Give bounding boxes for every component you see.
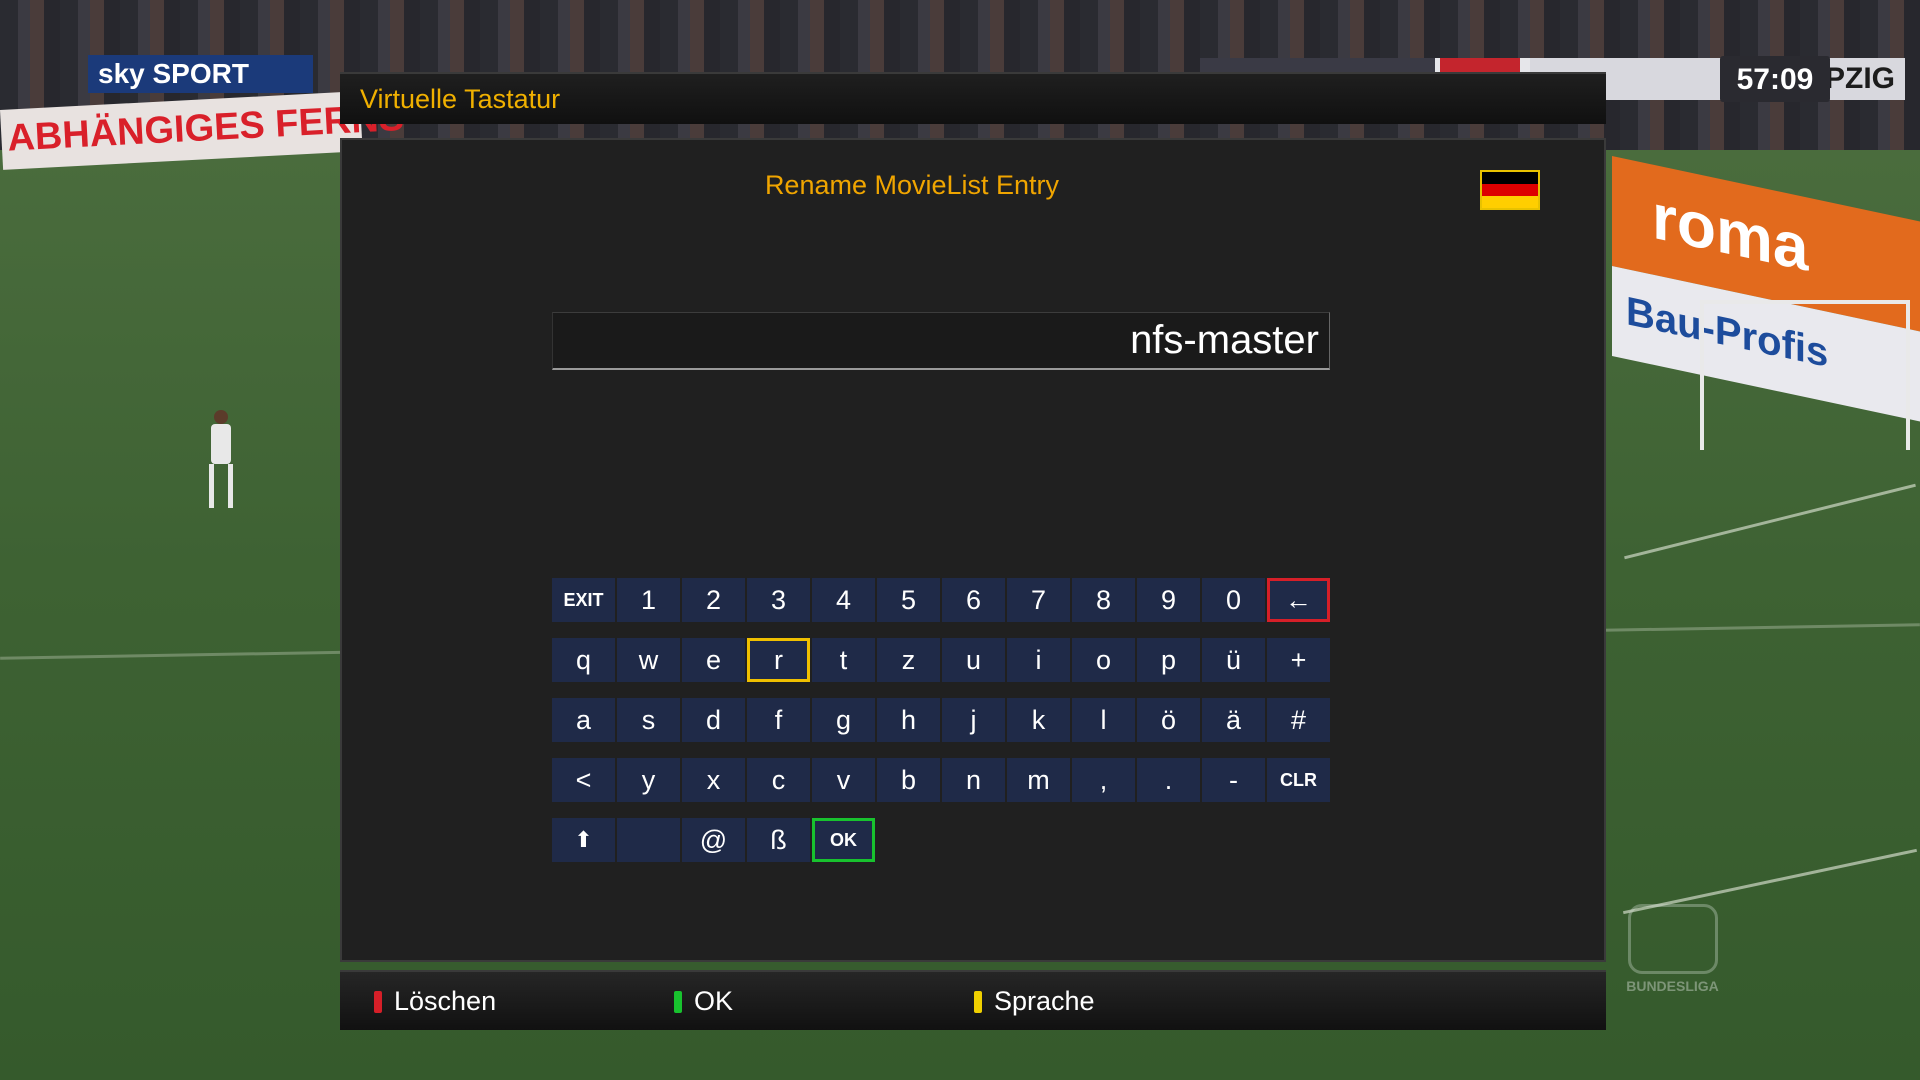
key-m[interactable]: m — [1007, 758, 1070, 802]
key-at[interactable]: @ — [682, 818, 745, 862]
key-oe[interactable]: ö — [1137, 698, 1200, 742]
key-comma[interactable]: , — [1072, 758, 1135, 802]
goal-frame — [1700, 300, 1910, 450]
key-q[interactable]: q — [552, 638, 615, 682]
red-button-delete[interactable]: Löschen — [374, 986, 614, 1017]
key-b[interactable]: b — [877, 758, 940, 802]
key-ok[interactable]: OK — [812, 818, 875, 862]
key-k[interactable]: k — [1007, 698, 1070, 742]
dialog-title-bar: Virtuelle Tastatur — [340, 72, 1606, 124]
key-2[interactable]: 2 — [682, 578, 745, 622]
key-5[interactable]: 5 — [877, 578, 940, 622]
key-e[interactable]: e — [682, 638, 745, 682]
player-torso — [211, 424, 231, 464]
key-h[interactable]: h — [877, 698, 940, 742]
key-4[interactable]: 4 — [812, 578, 875, 622]
key-7[interactable]: 7 — [1007, 578, 1070, 622]
key-minus[interactable]: - — [1202, 758, 1265, 802]
key-1[interactable]: 1 — [617, 578, 680, 622]
key-3[interactable]: 3 — [747, 578, 810, 622]
key-6[interactable]: 6 — [942, 578, 1005, 622]
key-i[interactable]: i — [1007, 638, 1070, 682]
key-plus[interactable]: + — [1267, 638, 1330, 682]
key-w[interactable]: w — [617, 638, 680, 682]
key-v[interactable]: v — [812, 758, 875, 802]
red-button-label: Löschen — [394, 986, 497, 1016]
color-button-bar: Löschen OK Sprache — [340, 970, 1606, 1030]
player-head — [214, 410, 228, 424]
football-player — [205, 410, 235, 510]
key-hash[interactable]: # — [1267, 698, 1330, 742]
german-flag-icon[interactable] — [1480, 170, 1540, 210]
key-space[interactable] — [617, 818, 680, 862]
key-0[interactable]: 0 — [1202, 578, 1265, 622]
key-c[interactable]: c — [747, 758, 810, 802]
sky-sport-logo: sky SPORT — [88, 55, 313, 93]
key-f[interactable]: f — [747, 698, 810, 742]
key-o[interactable]: o — [1072, 638, 1135, 682]
key-p[interactable]: p — [1137, 638, 1200, 682]
key-r-selected[interactable]: r — [747, 638, 810, 682]
virtual-keyboard-dialog: Rename MovieList Entry nfs-master EXIT 1… — [340, 138, 1606, 962]
yellow-button-marker-icon — [974, 991, 982, 1013]
bundesliga-text: BUNDESLIGA — [1626, 978, 1719, 994]
shift-arrow-up-icon[interactable]: ⬆ — [552, 818, 615, 862]
red-button-marker-icon — [374, 991, 382, 1013]
yellow-button-label: Sprache — [994, 986, 1095, 1016]
player-legs — [209, 464, 233, 508]
green-button-ok[interactable]: OK — [674, 986, 874, 1017]
match-clock: 57:09 — [1720, 56, 1830, 102]
key-x[interactable]: x — [682, 758, 745, 802]
key-u[interactable]: u — [942, 638, 1005, 682]
key-y[interactable]: y — [617, 758, 680, 802]
key-s[interactable]: s — [617, 698, 680, 742]
bundesliga-mark-icon — [1627, 904, 1718, 974]
channel-name: sky SPORT — [98, 58, 249, 89]
key-exit[interactable]: EXIT — [552, 578, 615, 622]
key-eszett[interactable]: ß — [747, 818, 810, 862]
prompt-text: Rename MovieList Entry — [764, 170, 1060, 200]
key-n[interactable]: n — [942, 758, 1005, 802]
green-button-label: OK — [694, 986, 734, 1016]
text-input-field[interactable]: nfs-master — [552, 312, 1330, 370]
yellow-button-language[interactable]: Sprache — [974, 986, 1214, 1017]
key-ae[interactable]: ä — [1202, 698, 1265, 742]
bundesliga-logo: BUNDESLIGA — [1620, 904, 1725, 994]
key-t[interactable]: t — [812, 638, 875, 682]
key-ue[interactable]: ü — [1202, 638, 1265, 682]
key-d[interactable]: d — [682, 698, 745, 742]
key-9[interactable]: 9 — [1137, 578, 1200, 622]
key-8[interactable]: 8 — [1072, 578, 1135, 622]
key-z[interactable]: z — [877, 638, 940, 682]
backspace-key-icon[interactable]: ← — [1267, 578, 1330, 622]
key-j[interactable]: j — [942, 698, 1005, 742]
dialog-title: Virtuelle Tastatur — [360, 84, 561, 114]
key-less-than[interactable]: < — [552, 758, 615, 802]
key-clear[interactable]: CLR — [1267, 758, 1330, 802]
key-g[interactable]: g — [812, 698, 875, 742]
key-period[interactable]: . — [1137, 758, 1200, 802]
key-a[interactable]: a — [552, 698, 615, 742]
key-l[interactable]: l — [1072, 698, 1135, 742]
green-button-marker-icon — [674, 991, 682, 1013]
